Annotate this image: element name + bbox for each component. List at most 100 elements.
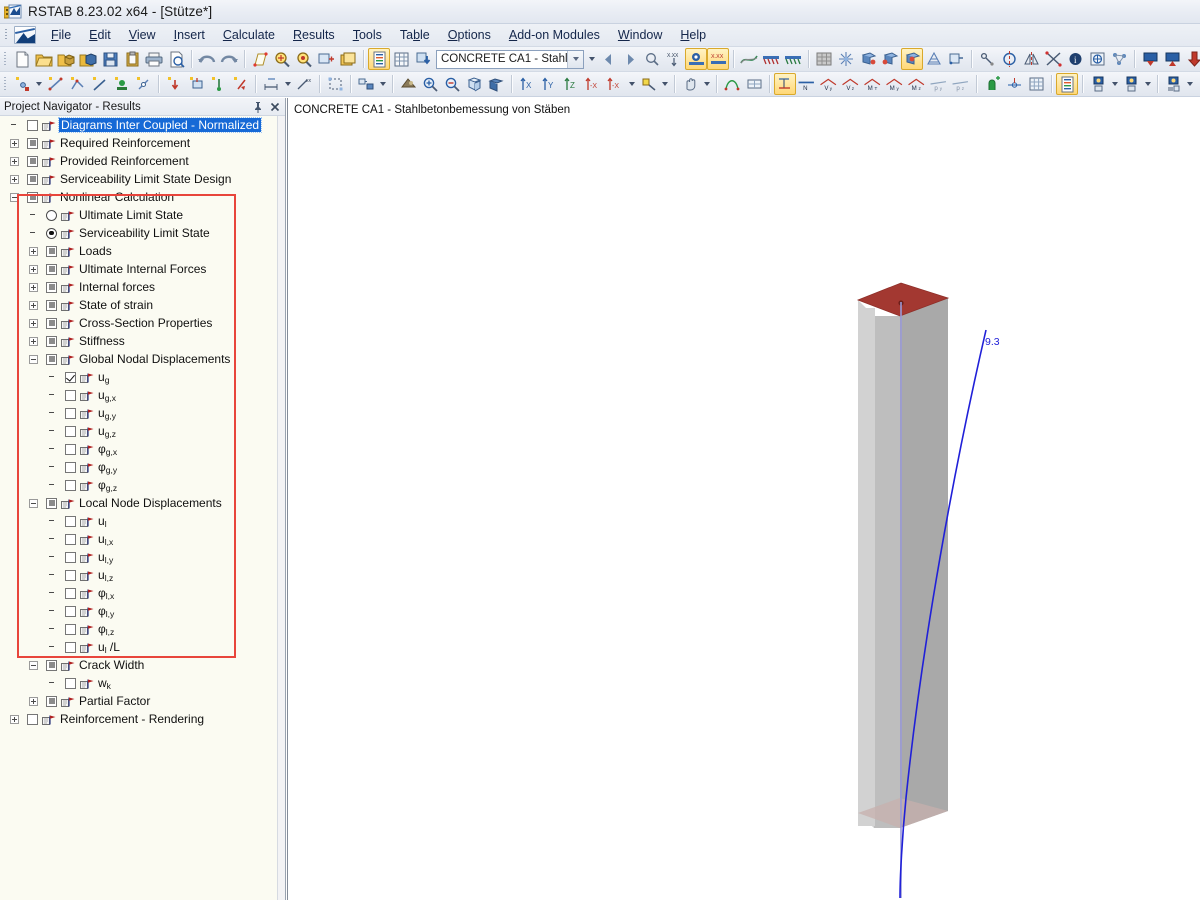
- checkbox-sls-design[interactable]: [27, 173, 38, 185]
- menu-item-options[interactable]: Options: [439, 25, 500, 45]
- new-hinge-icon[interactable]: [132, 73, 154, 95]
- tree-item-cross-section-properties[interactable]: Cross-Section Properties: [0, 314, 278, 332]
- model-app-icon[interactable]: [14, 26, 36, 44]
- new-member-set-icon[interactable]: [66, 73, 88, 95]
- arrange-icon[interactable]: [355, 73, 377, 95]
- visibility-icon[interactable]: [1120, 73, 1142, 95]
- measure-xx-icon[interactable]: xx: [293, 73, 315, 95]
- view-x-icon[interactable]: X: [516, 73, 538, 95]
- close-icon[interactable]: [268, 100, 282, 114]
- collapse-icon[interactable]: [29, 498, 38, 508]
- mesh-icon[interactable]: [923, 48, 945, 70]
- next-result-icon[interactable]: [619, 48, 641, 70]
- checkbox-u-l-over-L[interactable]: [65, 641, 76, 653]
- export-red-icon[interactable]: [1183, 48, 1200, 70]
- checkbox-ultimate-internal-forces[interactable]: [46, 263, 57, 275]
- moment-Mz-icon[interactable]: Mz: [906, 73, 928, 95]
- menu-item-window[interactable]: Window: [609, 25, 671, 45]
- pin-icon[interactable]: [251, 100, 265, 114]
- radio-ultimate-limit-state[interactable]: [46, 209, 57, 221]
- open-package-icon[interactable]: [55, 48, 77, 70]
- disp-py-icon[interactable]: py: [928, 73, 950, 95]
- export-up-icon[interactable]: [1161, 48, 1183, 70]
- mirror-icon[interactable]: [1020, 48, 1042, 70]
- rotate-y-icon[interactable]: [879, 48, 901, 70]
- tree-item-u-g[interactable]: ug: [0, 368, 278, 386]
- tree-item-u-gx[interactable]: ug,x: [0, 386, 278, 404]
- tree-item-w-k[interactable]: wk: [0, 674, 278, 692]
- tree-item-diagrams[interactable]: Diagrams Inter Coupled - Normalized: [0, 116, 278, 134]
- visibility-dropdown[interactable]: [1142, 73, 1153, 95]
- tree-item-phi-gx[interactable]: φg,x: [0, 440, 278, 458]
- checkbox-u-g[interactable]: [65, 371, 76, 383]
- menu-item-file[interactable]: File: [42, 25, 80, 45]
- print-preview-icon[interactable]: [165, 48, 187, 70]
- printout-report-icon[interactable]: [1056, 73, 1078, 95]
- new-node-dropdown[interactable]: [33, 73, 44, 95]
- tree-item-ultimate-limit-state[interactable]: Ultimate Limit State: [0, 206, 278, 224]
- menu-item-calculate[interactable]: Calculate: [214, 25, 284, 45]
- checkbox-u-lx[interactable]: [65, 533, 76, 545]
- tree-item-sls-design[interactable]: Serviceability Limit State Design: [0, 170, 278, 188]
- checkbox-phi-gx[interactable]: [65, 443, 76, 455]
- new-file-icon[interactable]: [11, 48, 33, 70]
- view-iso-icon[interactable]: [637, 73, 659, 95]
- force-N-icon[interactable]: N: [796, 73, 818, 95]
- new-window-icon[interactable]: [337, 48, 359, 70]
- tree-item-required-reinforcement[interactable]: Required Reinforcement: [0, 134, 278, 152]
- tree-item-phi-gz[interactable]: φg,z: [0, 476, 278, 494]
- moment-My-icon[interactable]: My: [884, 73, 906, 95]
- tree-item-global-nodal-displacements[interactable]: Global Nodal Displacements: [0, 350, 278, 368]
- render-mode-dropdown[interactable]: [1109, 73, 1120, 95]
- force-Vy-icon[interactable]: Vy: [818, 73, 840, 95]
- member-load-icon[interactable]: [185, 73, 207, 95]
- chevron-down-icon[interactable]: [567, 50, 583, 68]
- tree-item-ultimate-internal-forces[interactable]: Ultimate Internal Forces: [0, 260, 278, 278]
- checkbox-u-ly[interactable]: [65, 551, 76, 563]
- checkbox-loads[interactable]: [46, 245, 57, 257]
- model-viewport[interactable]: CONCRETE CA1 - Stahlbetonbemessung von S…: [287, 98, 1200, 900]
- moment-MT-icon[interactable]: MT: [862, 73, 884, 95]
- menu-grip[interactable]: [2, 27, 12, 43]
- settings-globe-icon[interactable]: [1086, 48, 1108, 70]
- navigator-tree[interactable]: Diagrams Inter Coupled - Normalized Requi…: [0, 116, 278, 900]
- radio-serviceability-limit-state[interactable]: [46, 227, 57, 239]
- force-Vz-icon[interactable]: Vz: [840, 73, 862, 95]
- checkbox-reinforcement-rendering[interactable]: [27, 713, 38, 725]
- expand-icon[interactable]: [10, 156, 19, 166]
- expand-icon[interactable]: [29, 282, 38, 292]
- tree-item-loads[interactable]: Loads: [0, 242, 278, 260]
- module-selector-combo[interactable]: CONCRETE CA1 - Stahlbet: [436, 49, 584, 69]
- menu-item-results[interactable]: Results: [284, 25, 344, 45]
- toolbar-grip[interactable]: [2, 75, 9, 94]
- tree-item-stiffness[interactable]: Stiffness: [0, 332, 278, 350]
- tree-item-crack-width[interactable]: Crack Width: [0, 656, 278, 674]
- tree-item-u-lz[interactable]: ul,z: [0, 566, 278, 584]
- redo-icon[interactable]: [218, 48, 240, 70]
- collapse-icon[interactable]: [29, 660, 38, 670]
- checkbox-phi-ly[interactable]: [65, 605, 76, 617]
- view-negxyz-icon[interactable]: -X: [604, 73, 626, 95]
- result-table-icon[interactable]: [743, 73, 765, 95]
- menu-item-table[interactable]: Table: [391, 25, 439, 45]
- import-export-icon[interactable]: [412, 48, 434, 70]
- zoom-target-icon[interactable]: [293, 48, 315, 70]
- rotate-xyz-icon[interactable]: [901, 48, 923, 70]
- menu-item-help[interactable]: Help: [671, 25, 715, 45]
- tree-item-phi-gy[interactable]: φg,y: [0, 458, 278, 476]
- checkbox-cross-section-properties[interactable]: [46, 317, 57, 329]
- column-model-svg[interactable]: 9.3 x Y Z: [288, 98, 1200, 900]
- tree-item-partial-factor[interactable]: Partial Factor: [0, 692, 278, 710]
- network-icon[interactable]: [1108, 48, 1130, 70]
- prev-result-icon[interactable]: [597, 48, 619, 70]
- selection-box-icon[interactable]: [324, 73, 346, 95]
- result-location-icon[interactable]: X.XX: [663, 48, 685, 70]
- nodal-load-icon[interactable]: [163, 73, 185, 95]
- dimension-dropdown[interactable]: [282, 73, 293, 95]
- expand-icon[interactable]: [29, 300, 38, 310]
- tree-item-phi-lz[interactable]: φl,z: [0, 620, 278, 638]
- model-3d-stage[interactable]: 9.3 x Y Z: [288, 98, 1200, 900]
- checkbox-state-of-strain[interactable]: [46, 299, 57, 311]
- expand-icon[interactable]: [29, 696, 38, 706]
- open-model-icon[interactable]: [77, 48, 99, 70]
